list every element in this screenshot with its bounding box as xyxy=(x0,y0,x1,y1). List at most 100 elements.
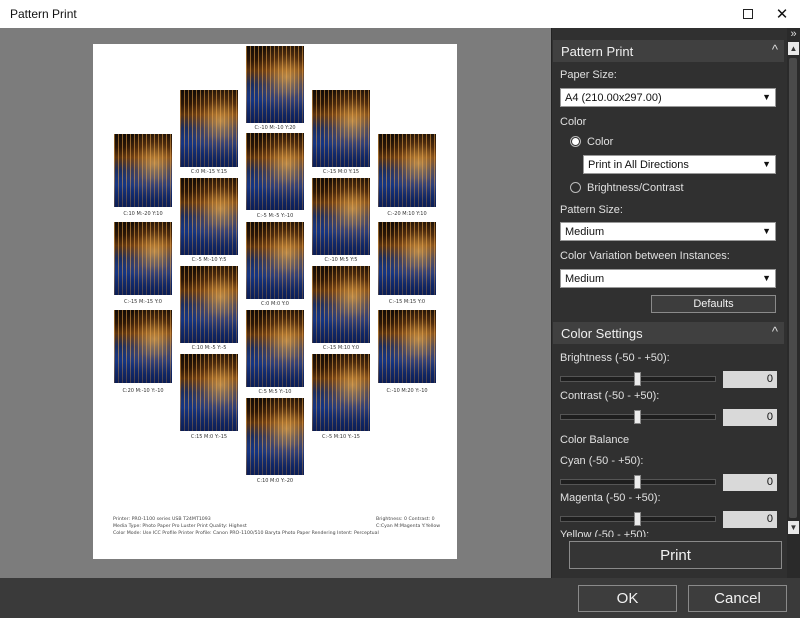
legend-info: C:Cyan M:Magenta Y:Yellow xyxy=(376,524,441,529)
cyan-label: Cyan (-50 - +50): xyxy=(560,455,644,467)
pattern-thumbnail xyxy=(312,90,370,167)
scroll-thumb[interactable] xyxy=(789,58,797,518)
thumbnail-label: C:10 M:0 Y:-20 xyxy=(256,478,294,484)
pattern-thumbnail xyxy=(312,266,370,343)
pattern-thumbnail xyxy=(246,133,304,210)
thumbnail-label: C:20 M:-10 Y:-10 xyxy=(122,388,164,394)
pattern-thumbnail xyxy=(180,266,238,343)
brightness-info: Brightness: 0 Contrast: 0 xyxy=(376,517,435,522)
color-group-label: Color xyxy=(560,116,587,128)
collapse-chevron-icon[interactable]: ^ xyxy=(772,324,778,339)
magenta-label: Magenta (-50 - +50): xyxy=(560,492,661,504)
contrast-slider-handle[interactable] xyxy=(634,410,641,424)
pattern-thumbnail xyxy=(114,310,172,383)
thumbnail-label: C:-15 M:10 Y:0 xyxy=(322,345,360,351)
defaults-button[interactable]: Defaults xyxy=(651,295,776,313)
pattern-thumbnail xyxy=(378,222,436,295)
color-radio[interactable] xyxy=(570,136,581,147)
magenta-field[interactable]: 0 xyxy=(723,511,777,528)
pattern-size-value: Medium xyxy=(565,225,605,238)
thumbnail-label: C:-15 M:15 Y:0 xyxy=(388,299,426,305)
pattern-thumbnail xyxy=(378,310,436,383)
scroll-down-arrow-icon[interactable]: ▼ xyxy=(788,521,799,534)
close-icon: ✕ xyxy=(775,6,789,23)
window-title: Pattern Print xyxy=(10,7,77,21)
dialog-button-bar xyxy=(0,578,800,618)
dropdown-arrow-icon: ▼ xyxy=(762,273,771,283)
pattern-size-label: Pattern Size: xyxy=(560,204,623,216)
pattern-print-section-header[interactable]: Pattern Print ^ xyxy=(553,40,784,62)
pattern-thumbnail xyxy=(246,398,304,475)
thumbnail-label: C:-10 M:-10 Y:20 xyxy=(254,125,296,131)
paper-size-value: A4 (210.00x297.00) xyxy=(565,91,662,104)
pattern-thumbnail xyxy=(246,222,304,299)
thumbnail-label: C:0 M:0 Y:0 xyxy=(261,301,289,307)
expand-panel-icon[interactable]: » xyxy=(787,28,800,41)
paper-preview: C:10 M:-20 Y:10 C:-15 M:-15 Y:0 C:20 M:-… xyxy=(93,44,457,559)
pattern-thumbnail xyxy=(180,90,238,167)
title-bar: Pattern Print ✕ xyxy=(0,0,800,28)
color-radio-label: Color xyxy=(587,136,614,148)
pattern-thumbnail xyxy=(378,134,436,207)
pattern-thumbnail xyxy=(312,178,370,255)
thumbnail-label: C:-10 M:20 Y:-10 xyxy=(386,388,428,394)
thumbnail-label: C:-5 M:-5 Y:-10 xyxy=(256,213,294,219)
brightness-contrast-radio[interactable] xyxy=(570,182,581,193)
brightness-contrast-label: Brightness/Contrast xyxy=(587,182,684,194)
thumbnail-label: C:15 M:0 Y:-15 xyxy=(190,434,228,440)
cancel-button[interactable]: Cancel xyxy=(688,585,787,612)
cyan-field[interactable]: 0 xyxy=(723,474,777,491)
color-direction-select[interactable]: Print in All Directions ▼ xyxy=(583,155,776,174)
cyan-slider-handle[interactable] xyxy=(634,475,641,489)
thumbnail-label: C:-15 M:-15 Y:0 xyxy=(124,299,162,305)
media-info: Media Type: Photo Paper Pro Luster Print… xyxy=(113,524,247,529)
thumbnail-label: C:-10 M:5 Y:5 xyxy=(324,257,358,263)
contrast-label: Contrast (-50 - +50): xyxy=(560,390,660,402)
thumbnail-label: C:10 M:-5 Y:-5 xyxy=(191,345,227,351)
collapse-chevron-icon[interactable]: ^ xyxy=(772,42,778,57)
thumbnail-label: C:0 M:-15 Y:15 xyxy=(190,169,228,175)
dropdown-arrow-icon: ▼ xyxy=(762,159,771,169)
variation-value: Medium xyxy=(565,272,605,285)
pattern-size-select[interactable]: Medium ▼ xyxy=(560,222,776,241)
section-title: Color Settings xyxy=(561,325,643,341)
close-button[interactable]: ✕ xyxy=(764,0,800,28)
preview-area: C:10 M:-20 Y:10 C:-15 M:-15 Y:0 C:20 M:-… xyxy=(0,28,551,578)
maximize-button[interactable] xyxy=(730,0,766,28)
pattern-thumbnail xyxy=(114,134,172,207)
paper-size-label: Paper Size: xyxy=(560,69,617,81)
section-title: Pattern Print xyxy=(561,43,634,59)
variation-select[interactable]: Medium ▼ xyxy=(560,269,776,288)
pattern-thumbnail xyxy=(180,354,238,431)
contrast-field[interactable]: 0 xyxy=(723,409,777,426)
color-direction-value: Print in All Directions xyxy=(588,158,689,171)
ok-button[interactable]: OK xyxy=(578,585,677,612)
thumbnail-label: C:-20 M:10 Y:10 xyxy=(387,211,427,217)
color-settings-section-header[interactable]: Color Settings ^ xyxy=(553,322,784,344)
thumbnail-label: C:-15 M:0 Y:15 xyxy=(322,169,360,175)
thumbnail-label: C:5 M:5 Y:-10 xyxy=(258,389,292,395)
brightness-slider-handle[interactable] xyxy=(634,372,641,386)
brightness-field[interactable]: 0 xyxy=(723,371,777,388)
pattern-thumbnail xyxy=(114,222,172,295)
paper-size-select[interactable]: A4 (210.00x297.00) ▼ xyxy=(560,88,776,107)
magenta-slider-handle[interactable] xyxy=(634,512,641,526)
thumbnail-label: C:-5 M:-10 Y:5 xyxy=(191,257,227,263)
print-button[interactable]: Print xyxy=(569,541,782,569)
profile-info: Color Mode: Use ICC Profile Printer Prof… xyxy=(113,531,379,536)
pattern-thumbnail xyxy=(246,310,304,387)
dropdown-arrow-icon: ▼ xyxy=(762,226,771,236)
color-balance-label: Color Balance xyxy=(560,434,630,446)
variation-label: Color Variation between Instances: xyxy=(560,250,730,262)
maximize-icon xyxy=(743,9,753,19)
thumbnail-label: C:10 M:-20 Y:10 xyxy=(123,211,163,217)
pattern-thumbnail xyxy=(312,354,370,431)
brightness-label: Brightness (-50 - +50): xyxy=(560,352,670,364)
printer-info: Printer: PRO-1100 series USB T24MT1093 xyxy=(113,517,211,522)
thumbnail-label: C:-5 M:10 Y:-15 xyxy=(322,434,360,440)
pattern-thumbnail xyxy=(246,46,304,123)
dropdown-arrow-icon: ▼ xyxy=(762,92,771,102)
pattern-thumbnail xyxy=(180,178,238,255)
scroll-up-arrow-icon[interactable]: ▲ xyxy=(788,42,799,55)
yellow-label: Yellow (-50 - +50): xyxy=(560,529,650,537)
